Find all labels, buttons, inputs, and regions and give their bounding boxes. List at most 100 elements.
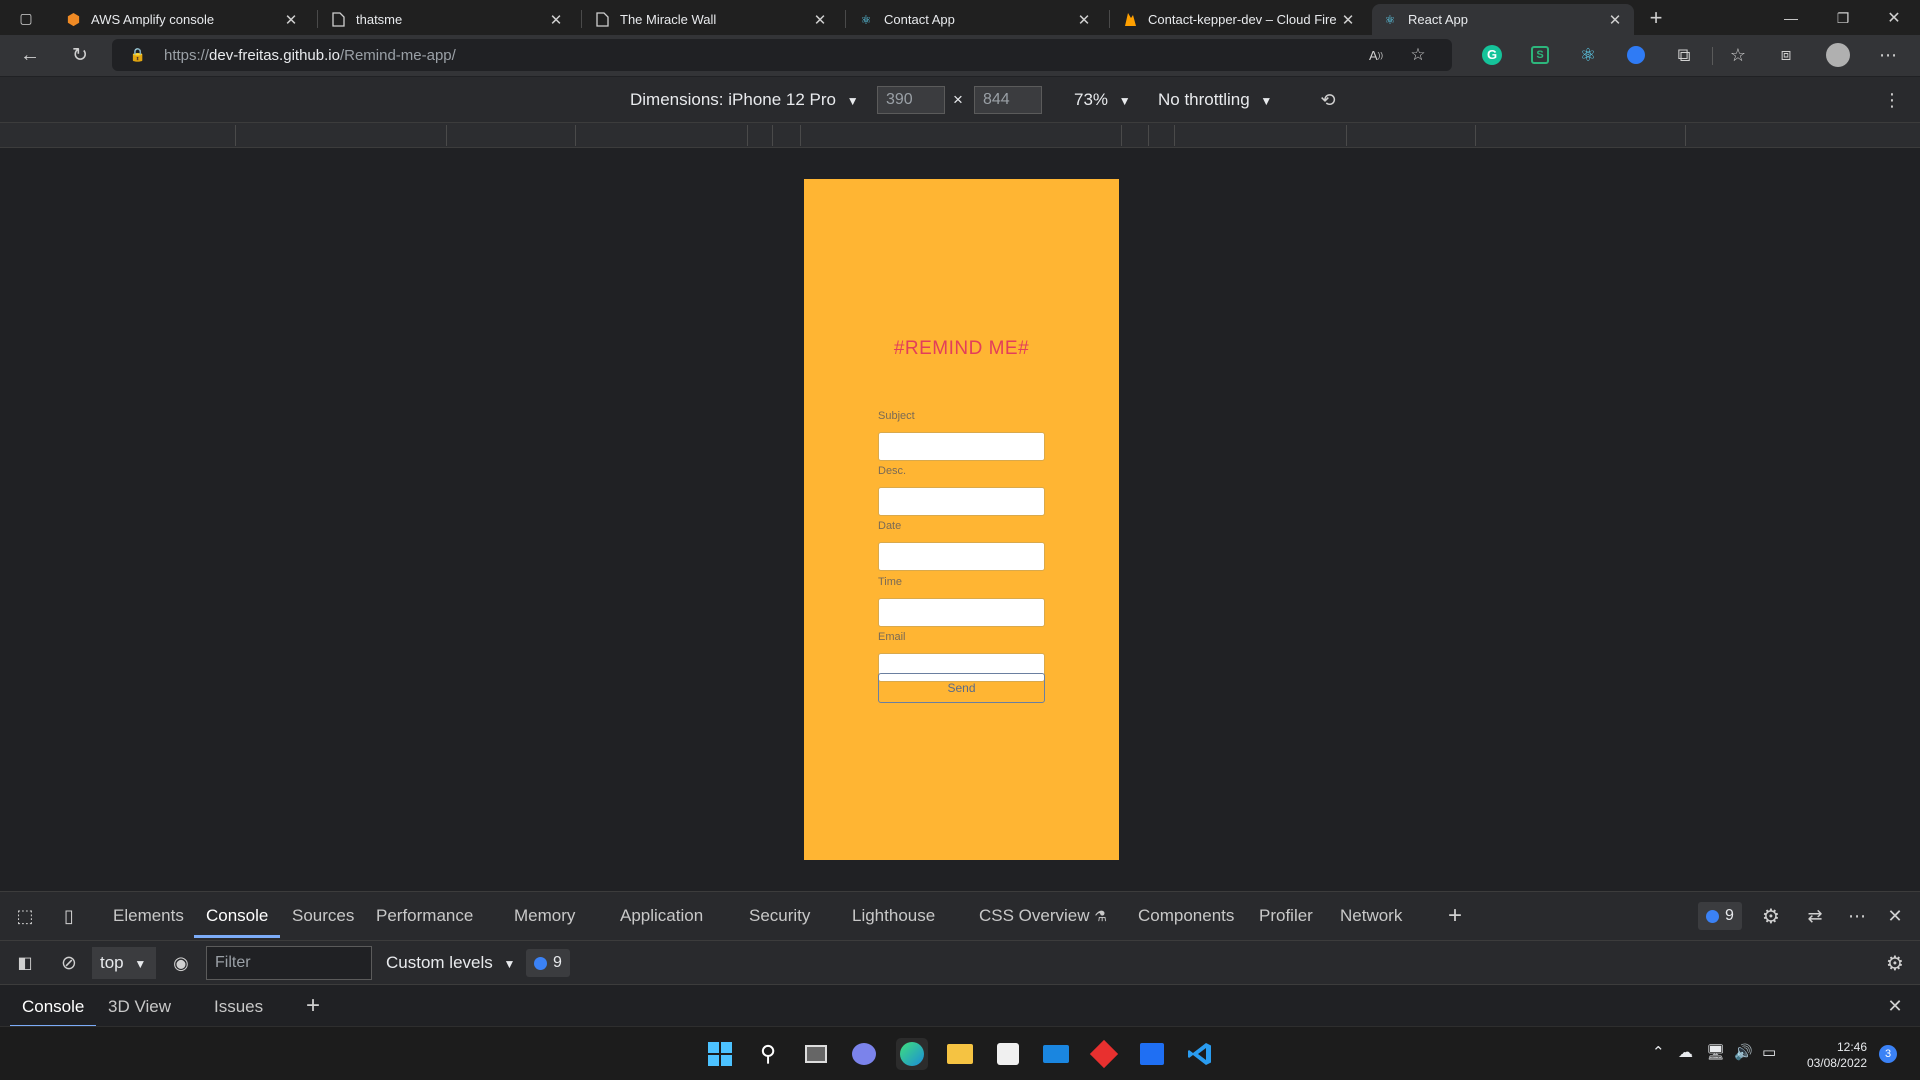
tab-memory[interactable]: Memory bbox=[514, 906, 575, 926]
app-screen: #REMIND ME# Subject Desc. Date Time Emai… bbox=[804, 179, 1119, 860]
react-devtools-icon[interactable]: ⚛ bbox=[1574, 41, 1602, 69]
url-text[interactable]: https://dev-freitas.github.io/Remind-me-… bbox=[164, 47, 456, 64]
tab-elements[interactable]: Elements bbox=[113, 906, 184, 926]
dropbox-icon[interactable] bbox=[1136, 1038, 1168, 1070]
tab-css-overview[interactable]: CSS Overview ⚗ bbox=[979, 906, 1107, 926]
volume-icon[interactable]: 🔊 bbox=[1734, 1043, 1753, 1061]
teams-chat-icon[interactable] bbox=[848, 1038, 880, 1070]
dimensions-dropdown[interactable]: Dimensions: iPhone 12 Pro ▼ bbox=[630, 90, 859, 110]
profile-avatar-icon[interactable] bbox=[1824, 41, 1852, 69]
grammarly-icon[interactable]: G bbox=[1478, 41, 1506, 69]
date-input[interactable] bbox=[878, 542, 1045, 571]
search-icon[interactable]: ⚲ bbox=[752, 1038, 784, 1070]
notification-badge[interactable]: 3 bbox=[1879, 1045, 1897, 1063]
network-icon[interactable]: 🖥 bbox=[1706, 1043, 1725, 1061]
tab-security[interactable]: Security bbox=[749, 906, 810, 926]
rotate-icon[interactable]: ⟲ bbox=[1314, 86, 1342, 114]
tab-console[interactable]: Console bbox=[206, 906, 268, 926]
tab-miracle-wall[interactable]: The Miracle Wall ✕ bbox=[584, 4, 839, 35]
desc-input[interactable] bbox=[878, 487, 1045, 516]
tab-actions-icon[interactable]: ▢ bbox=[12, 4, 40, 32]
tab-components[interactable]: Components bbox=[1138, 906, 1234, 926]
close-icon[interactable]: ✕ bbox=[1075, 11, 1093, 29]
dock-icon[interactable]: ⇄ bbox=[1800, 901, 1830, 931]
devtools-panel: ⬚ ▯ Elements Console Sources Performance… bbox=[0, 891, 1920, 1028]
clear-console-icon[interactable]: ⊘ bbox=[54, 948, 84, 978]
settings-gear-icon[interactable]: ⚙ bbox=[1756, 901, 1786, 931]
tab-application[interactable]: Application bbox=[620, 906, 703, 926]
live-expression-eye-icon[interactable]: ◉ bbox=[166, 948, 196, 978]
time-input[interactable] bbox=[878, 598, 1045, 627]
collections-icon[interactable]: ⧈ bbox=[1772, 41, 1800, 69]
new-tab-icon[interactable]: + bbox=[1642, 4, 1670, 32]
height-input[interactable]: 844 bbox=[974, 86, 1042, 114]
window-close-icon[interactable]: ✕ bbox=[1880, 4, 1908, 32]
inspect-element-icon[interactable]: ⬚ bbox=[10, 901, 40, 931]
context-selector[interactable]: top ▼ bbox=[92, 947, 156, 979]
device-more-icon[interactable]: ⋮ bbox=[1878, 86, 1906, 114]
issues-badge[interactable]: 9 bbox=[1698, 902, 1742, 930]
tab-react-app[interactable]: ⚛ React App ✕ bbox=[1372, 4, 1634, 35]
sidebar-toggle-icon[interactable]: ◧ bbox=[10, 948, 40, 978]
close-icon[interactable]: ✕ bbox=[1606, 11, 1624, 29]
more-tools-plus-icon[interactable]: + bbox=[1440, 901, 1470, 931]
close-icon[interactable]: ✕ bbox=[547, 11, 565, 29]
favorites-icon[interactable]: ☆ bbox=[1724, 41, 1752, 69]
tab-contact-kepper[interactable]: Contact-kepper-dev – Cloud Fire ✕ bbox=[1112, 4, 1367, 35]
address-bar[interactable]: 🔒 https://dev-freitas.github.io/Remind-m… bbox=[112, 39, 1452, 71]
tray-chevron-up-icon[interactable]: ⌃ bbox=[1652, 1043, 1665, 1061]
refresh-icon[interactable]: ↻ bbox=[66, 41, 94, 69]
s-extension-icon[interactable]: S bbox=[1526, 41, 1554, 69]
edge-browser-icon[interactable] bbox=[896, 1038, 928, 1070]
mail-icon[interactable] bbox=[1040, 1038, 1072, 1070]
battery-icon[interactable]: ▭ bbox=[1762, 1043, 1776, 1061]
clock[interactable]: 12:46 03/08/2022 bbox=[1795, 1039, 1867, 1071]
drawer-tab-issues[interactable]: Issues bbox=[214, 997, 263, 1017]
drawer-tab-3d-view[interactable]: 3D View bbox=[108, 997, 171, 1017]
tab-aws-amplify[interactable]: AWS Amplify console ✕ bbox=[55, 4, 310, 35]
favorite-add-icon[interactable]: ☆ bbox=[1404, 41, 1432, 69]
microsoft-store-icon[interactable] bbox=[992, 1038, 1024, 1070]
restore-icon[interactable]: ❐ bbox=[1829, 4, 1857, 32]
file-explorer-icon[interactable] bbox=[944, 1038, 976, 1070]
drawer-close-icon[interactable]: ✕ bbox=[1880, 991, 1910, 1021]
read-aloud-icon[interactable]: A)) bbox=[1362, 41, 1390, 69]
tab-lighthouse[interactable]: Lighthouse bbox=[852, 906, 935, 926]
caret-down-icon: ▼ bbox=[134, 957, 147, 971]
drawer-tab-console[interactable]: Console bbox=[22, 997, 84, 1017]
zoom-dropdown[interactable]: 73% ▼ bbox=[1074, 90, 1131, 110]
drawer-add-icon[interactable]: + bbox=[298, 991, 328, 1021]
tab-performance[interactable]: Performance bbox=[376, 906, 473, 926]
windows-start-icon[interactable] bbox=[704, 1038, 736, 1070]
media-query-bar[interactable] bbox=[0, 123, 1920, 148]
throttling-dropdown[interactable]: No throttling ▼ bbox=[1158, 90, 1272, 110]
console-settings-gear-icon[interactable]: ⚙ bbox=[1880, 948, 1910, 978]
edge-extension-icon[interactable] bbox=[1622, 41, 1650, 69]
close-icon[interactable]: ✕ bbox=[282, 11, 300, 29]
extensions-icon[interactable]: ⧉ bbox=[1670, 41, 1698, 69]
tab-network[interactable]: Network bbox=[1340, 906, 1402, 926]
devtools-close-icon[interactable]: ✕ bbox=[1880, 901, 1910, 931]
git-icon[interactable] bbox=[1088, 1038, 1120, 1070]
tab-profiler[interactable]: Profiler bbox=[1259, 906, 1313, 926]
console-message-badge[interactable]: 9 bbox=[526, 949, 570, 977]
subject-input[interactable] bbox=[878, 432, 1045, 461]
back-icon[interactable]: ← bbox=[16, 41, 44, 69]
devtools-more-icon[interactable]: ⋯ bbox=[1842, 901, 1872, 931]
tab-contact-app[interactable]: ⚛ Contact App ✕ bbox=[848, 4, 1103, 35]
close-icon[interactable]: ✕ bbox=[811, 11, 829, 29]
filter-input[interactable]: Filter bbox=[206, 946, 372, 980]
vscode-icon[interactable] bbox=[1184, 1038, 1216, 1070]
tab-sources[interactable]: Sources bbox=[292, 906, 354, 926]
task-view-icon[interactable] bbox=[800, 1038, 832, 1070]
minimize-icon[interactable]: — bbox=[1777, 4, 1805, 32]
tab-thatsme[interactable]: thatsme ✕ bbox=[320, 4, 575, 35]
send-button[interactable]: Send bbox=[878, 673, 1045, 703]
more-icon[interactable]: ⋯ bbox=[1874, 41, 1902, 69]
device-emulation-icon[interactable]: ▯ bbox=[54, 901, 84, 931]
lock-icon[interactable]: 🔒 bbox=[124, 41, 152, 69]
width-input[interactable]: 390 bbox=[877, 86, 945, 114]
log-levels-dropdown[interactable]: Custom levels ▼ bbox=[386, 953, 515, 973]
onedrive-cloud-icon[interactable]: ☁ bbox=[1678, 1043, 1693, 1061]
close-icon[interactable]: ✕ bbox=[1339, 11, 1357, 29]
